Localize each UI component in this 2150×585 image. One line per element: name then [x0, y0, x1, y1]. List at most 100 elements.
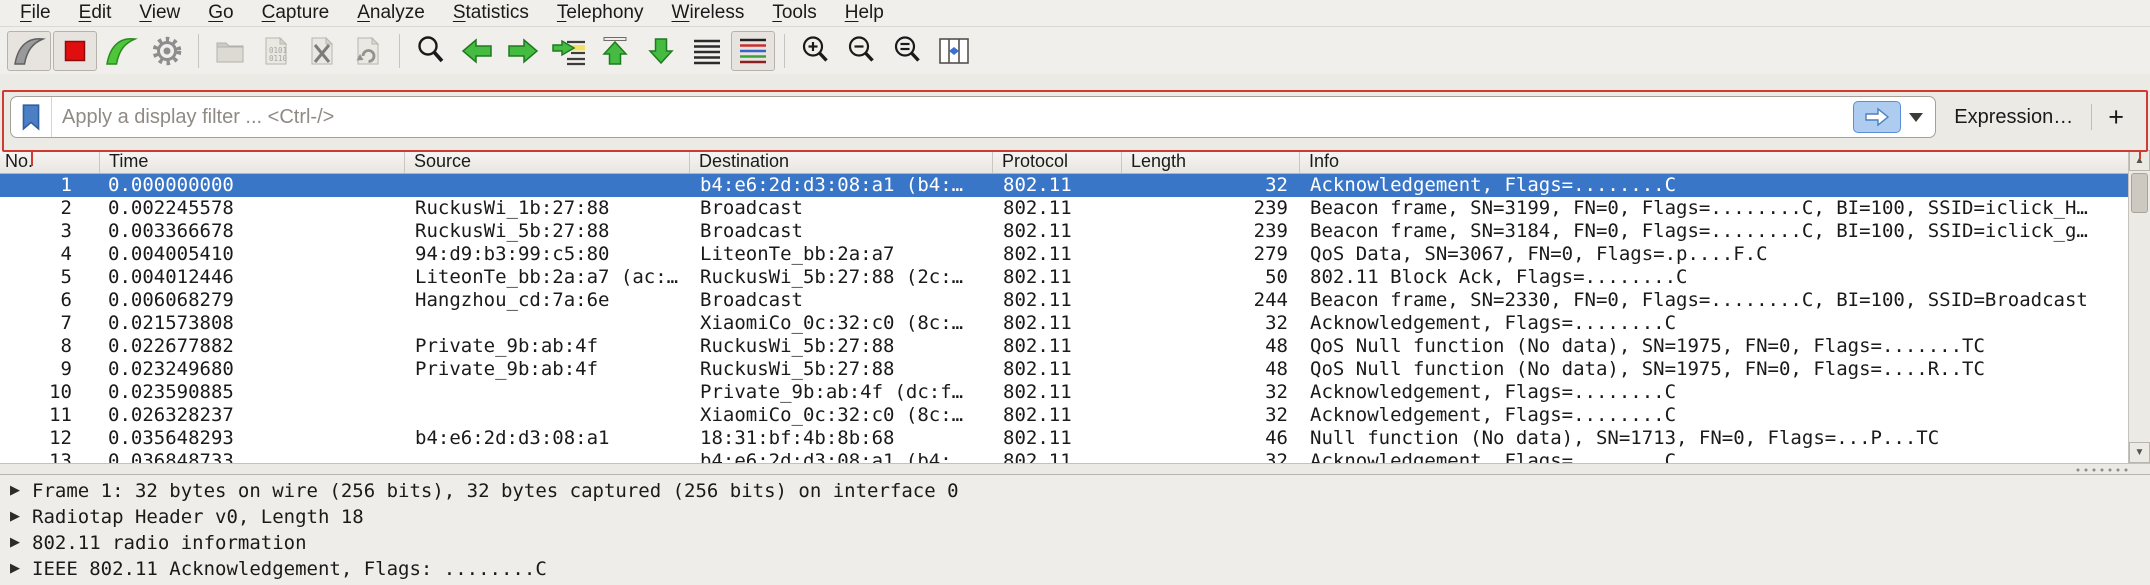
- cell-source: Private_9b:ab:4f: [405, 358, 690, 381]
- cell-info: Acknowledgement, Flags=........C: [1300, 450, 2128, 463]
- vertical-scrollbar[interactable]: ▲ ▼: [2128, 150, 2150, 463]
- packet-row-1[interactable]: 1 0.000000000 b4:e6:2d:d3:08:a1 (b4:… 80…: [0, 174, 2128, 197]
- cell-source: Private_9b:ab:4f: [405, 335, 690, 358]
- arrow-top-green-icon: [597, 33, 633, 69]
- arrow-bottom-green-icon: [643, 33, 679, 69]
- auto-scroll-button[interactable]: [685, 31, 729, 71]
- wireshark-window: FileEditViewGoCaptureAnalyzeStatisticsTe…: [0, 0, 2150, 585]
- resize-columns-button[interactable]: [932, 31, 976, 71]
- packet-row-4[interactable]: 4 0.004005410 94:d9:b3:99:c5:80 LiteonTe…: [0, 243, 2128, 266]
- cell-time: 0.022677882: [100, 335, 405, 358]
- menu-item-file[interactable]: File: [6, 1, 65, 25]
- column-header-time[interactable]: Time: [100, 150, 405, 173]
- expand-arrow-icon: ▶: [0, 504, 32, 530]
- restart-capture-button[interactable]: [99, 31, 143, 71]
- cell-no: 9: [0, 358, 100, 381]
- packet-row-3[interactable]: 3 0.003366678 RuckusWi_5b:27:88 Broadcas…: [0, 220, 2128, 243]
- column-header-protocol[interactable]: Protocol: [993, 150, 1122, 173]
- cell-source: [405, 174, 690, 197]
- cell-no: 12: [0, 427, 100, 450]
- scrollbar-thumb[interactable]: [2131, 173, 2148, 213]
- packet-row-6[interactable]: 6 0.006068279 Hangzhou_cd:7a:6e Broadcas…: [0, 289, 2128, 312]
- menu-item-tools[interactable]: Tools: [758, 1, 830, 25]
- cell-source: b4:e6:2d:d3:08:a1: [405, 427, 690, 450]
- menu-item-view[interactable]: View: [125, 1, 194, 25]
- apply-filter-button[interactable]: [1853, 101, 1901, 133]
- cell-time: 0.000000000: [100, 174, 405, 197]
- menu-item-analyze[interactable]: Analyze: [343, 1, 439, 25]
- cell-no: 8: [0, 335, 100, 358]
- pane-splitter[interactable]: [0, 463, 2150, 475]
- arrow-right-green-icon: [505, 33, 541, 69]
- menu-item-help[interactable]: Help: [831, 1, 898, 25]
- zoom-in-button[interactable]: [794, 31, 838, 71]
- go-to-packet-button[interactable]: [547, 31, 591, 71]
- colorize-packets-button[interactable]: [731, 31, 775, 71]
- column-header-source[interactable]: Source: [405, 150, 690, 173]
- display-filter-input[interactable]: [52, 106, 1853, 129]
- packet-row-8[interactable]: 8 0.022677882 Private_9b:ab:4f RuckusWi_…: [0, 335, 2128, 358]
- cell-info: 802.11 Block Ack, Flags=........C: [1300, 266, 2128, 289]
- column-header-destination[interactable]: Destination: [690, 150, 993, 173]
- cell-time: 0.004005410: [100, 243, 405, 266]
- filter-history-caret[interactable]: [1909, 113, 1923, 122]
- menu-item-capture[interactable]: Capture: [248, 1, 344, 25]
- packet-row-7[interactable]: 7 0.021573808 XiaomiCo_0c:32:c0 (8c:… 80…: [0, 312, 2128, 335]
- doc-binary-icon: 01010110: [258, 33, 294, 69]
- menu-item-wireless[interactable]: Wireless: [658, 1, 759, 25]
- zoom-out-button[interactable]: [840, 31, 884, 71]
- packet-row-11[interactable]: 11 0.026328237 XiaomiCo_0c:32:c0 (8c:… 8…: [0, 404, 2128, 427]
- menu-item-go[interactable]: Go: [194, 1, 247, 25]
- start-capture-button[interactable]: [7, 31, 51, 71]
- detail-tree-row[interactable]: ▶ IEEE 802.11 Acknowledgement, Flags: ..…: [0, 556, 2150, 582]
- cell-length: 244: [1122, 289, 1300, 312]
- packet-row-9[interactable]: 9 0.023249680 Private_9b:ab:4f RuckusWi_…: [0, 358, 2128, 381]
- cell-time: 0.035648293: [100, 427, 405, 450]
- stop-capture-button[interactable]: [53, 31, 97, 71]
- toolbar-separator: [399, 34, 400, 68]
- go-to-bottom-button[interactable]: [639, 31, 683, 71]
- scroll-up-arrow-icon[interactable]: ▲: [2129, 150, 2150, 171]
- packet-row-2[interactable]: 2 0.002245578 RuckusWi_1b:27:88 Broadcas…: [0, 197, 2128, 220]
- find-packet-button[interactable]: [409, 31, 453, 71]
- cell-no: 5: [0, 266, 100, 289]
- cell-source: RuckusWi_5b:27:88: [405, 220, 690, 243]
- cell-info: QoS Null function (No data), SN=1975, FN…: [1300, 335, 2128, 358]
- menu-item-edit[interactable]: Edit: [65, 1, 126, 25]
- menu-item-statistics[interactable]: Statistics: [439, 1, 543, 25]
- menu-item-telephony[interactable]: Telephony: [543, 1, 658, 25]
- cell-protocol: 802.11: [993, 312, 1122, 335]
- display-filter-field[interactable]: [10, 96, 1936, 138]
- reload-file-button: [346, 31, 390, 71]
- add-filter-button[interactable]: +: [2092, 104, 2140, 131]
- capture-options-button[interactable]: [145, 31, 189, 71]
- cell-destination: LiteonTe_bb:2a:a7: [690, 243, 993, 266]
- cell-destination: Private_9b:ab:4f (dc:f…: [690, 381, 993, 404]
- detail-text: 802.11 radio information: [32, 530, 307, 556]
- go-back-button[interactable]: [455, 31, 499, 71]
- filter-bookmark-button[interactable]: [11, 97, 52, 137]
- packet-row-10[interactable]: 10 0.023590885 Private_9b:ab:4f (dc:f… 8…: [0, 381, 2128, 404]
- cell-length: 32: [1122, 381, 1300, 404]
- detail-tree-row[interactable]: ▶ Radiotap Header v0, Length 18: [0, 504, 2150, 530]
- cell-length: 32: [1122, 450, 1300, 463]
- packet-row-12[interactable]: 12 0.035648293 b4:e6:2d:d3:08:a1 18:31:b…: [0, 427, 2128, 450]
- menu-bar: FileEditViewGoCaptureAnalyzeStatisticsTe…: [0, 0, 2150, 27]
- scroll-down-arrow-icon[interactable]: ▼: [2129, 442, 2150, 463]
- detail-tree-row[interactable]: ▶ Frame 1: 32 bytes on wire (256 bits), …: [0, 478, 2150, 504]
- go-forward-button[interactable]: [501, 31, 545, 71]
- column-header-no[interactable]: No.: [0, 150, 100, 173]
- splitter-grip: [2074, 468, 2130, 472]
- column-header-info[interactable]: Info: [1300, 150, 2128, 173]
- cell-info: Beacon frame, SN=3199, FN=0, Flags=.....…: [1300, 197, 2128, 220]
- go-to-top-button[interactable]: [593, 31, 637, 71]
- gear-icon: [149, 33, 185, 69]
- packet-row-13[interactable]: 13 0.036848733 b4:e6:2d:d3:08:a1 (b4:… 8…: [0, 450, 2128, 463]
- cell-time: 0.006068279: [100, 289, 405, 312]
- packet-row-5[interactable]: 5 0.004012446 LiteonTe_bb:2a:a7 (ac:… Ru…: [0, 266, 2128, 289]
- cell-info: Acknowledgement, Flags=........C: [1300, 404, 2128, 427]
- column-header-length[interactable]: Length: [1122, 150, 1300, 173]
- expression-button[interactable]: Expression…: [1936, 106, 2091, 129]
- detail-tree-row[interactable]: ▶ 802.11 radio information: [0, 530, 2150, 556]
- zoom-100-button[interactable]: [886, 31, 930, 71]
